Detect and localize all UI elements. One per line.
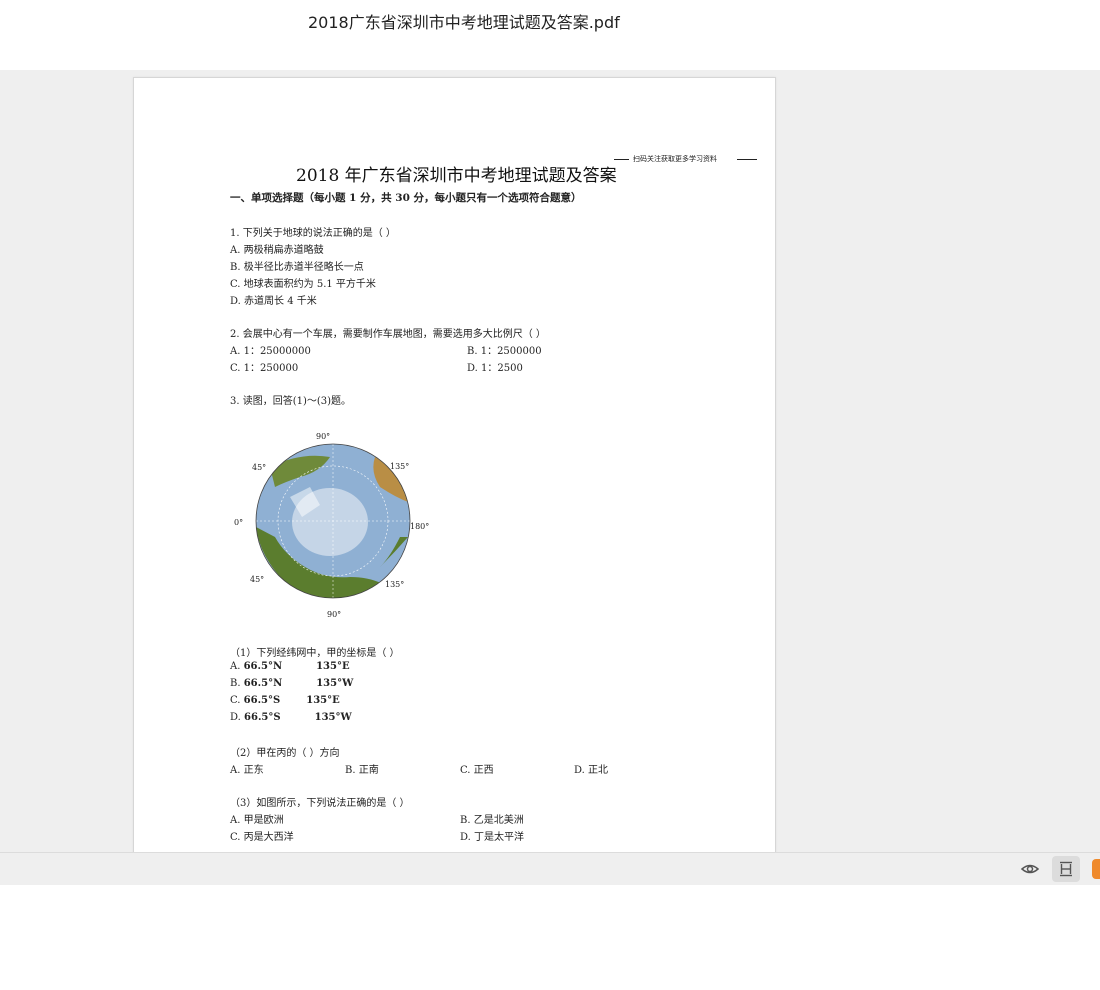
accent-action-button[interactable]	[1092, 859, 1100, 879]
watermark-text: 扫码关注获取更多学习资料	[633, 155, 717, 163]
option-d-latitude: 66.5°S	[244, 712, 281, 723]
fit-height-icon	[1060, 861, 1072, 877]
sub-question-2-option-a: A. 正东	[230, 765, 264, 776]
question-1-option-d: D. 赤道周长 4 千米	[230, 296, 317, 307]
sub-question-3-option-d: D. 丁是太平洋	[460, 832, 525, 843]
sub-question-1-option-a: A. 66.5°N 135°E	[230, 661, 350, 672]
sub-question-3-option-b: B. 乙是北美洲	[460, 815, 524, 826]
option-d-prefix: D.	[230, 712, 245, 723]
watermark-line-left	[614, 159, 629, 160]
pdf-viewer[interactable]: 扫码关注获取更多学习资料 2018 年广东省深圳市中考地理试题及答案 一、单项选…	[0, 70, 1100, 852]
question-2-option-c: C. 1：250000	[230, 363, 299, 374]
label-upper-right: 135°	[390, 462, 409, 471]
title-bar: 2018广东省深圳市中考地理试题及答案.pdf	[0, 0, 1100, 70]
file-title: 2018广东省深圳市中考地理试题及答案.pdf	[308, 13, 620, 32]
question-2-option-b: B. 1：2500000	[467, 346, 542, 357]
sub-question-2-option-b: B. 正南	[345, 765, 379, 776]
question-1-option-b: B. 极半径比赤道半径略长一点	[230, 262, 364, 273]
sub-question-1-option-d: D. 66.5°S 135°W	[230, 712, 352, 723]
sub-question-2-stem: （2）甲在丙的（ ）方向	[230, 748, 340, 759]
question-2-stem: 2. 会展中心有一个车展，需要制作车展地图，需要选用多大比例尺（ ）	[230, 329, 546, 340]
sub-question-2-option-c: C. 正西	[460, 765, 494, 776]
label-top: 90°	[316, 432, 330, 441]
option-a-prefix: A.	[230, 661, 244, 672]
document-title: 2018 年广东省深圳市中考地理试题及答案	[296, 166, 617, 186]
sub-question-3-option-c: C. 丙是大西洋	[230, 832, 294, 843]
watermark-line-right	[737, 159, 757, 160]
sub-question-1-option-c: C. 66.5°S 135°E	[230, 695, 340, 706]
watermark: 扫码关注获取更多学习资料	[614, 153, 757, 165]
question-1-option-c: C. 地球表面积约为 5.1 平方千米	[230, 279, 376, 290]
fit-page-button[interactable]	[1052, 856, 1080, 882]
question-3-stem: 3. 读图，回答(1)～(3)题。	[230, 396, 352, 407]
question-1-stem: 1. 下列关于地球的说法正确的是（ ）	[230, 228, 396, 239]
label-upper-left: 45°	[252, 463, 266, 472]
option-c-latitude: 66.5°S	[243, 695, 281, 706]
label-lower-left: 45°	[250, 575, 264, 584]
pdf-page: 扫码关注获取更多学习资料 2018 年广东省深圳市中考地理试题及答案 一、单项选…	[133, 77, 776, 852]
section-heading: 一、单项选择题（每小题 1 分，共 30 分，每小题只有一个选项符合题意）	[230, 192, 582, 204]
option-b-latitude: 66.5°N	[243, 678, 283, 689]
question-2-option-a: A. 1：25000000	[230, 346, 311, 357]
polar-map-figure: 90° 90° 0° 180° 45° 135° 45° 135°	[230, 427, 430, 622]
sub-question-1-option-b: B. 66.5°N 135°W	[230, 678, 353, 689]
arctic-globe-map: 90° 90° 0° 180° 45° 135° 45° 135°	[234, 432, 429, 619]
question-1-option-a: A. 两极稍扁赤道略鼓	[230, 245, 324, 256]
sub-question-3-stem: （3）如图所示，下列说法正确的是（ ）	[230, 798, 410, 809]
option-c-longitude: 135°E	[306, 695, 340, 706]
option-d-longitude: 135°W	[314, 712, 352, 723]
label-left: 0°	[234, 518, 243, 527]
label-lower-right: 135°	[385, 580, 404, 589]
bottom-toolbar	[0, 852, 1100, 885]
option-a-longitude: 135°E	[316, 661, 350, 672]
option-c-prefix: C.	[230, 695, 244, 706]
label-right: 180°	[410, 522, 429, 531]
sub-question-1-stem: （1）下列经纬网中，甲的坐标是（ ）	[230, 648, 400, 659]
question-2-option-d: D. 1：2500	[467, 363, 523, 374]
sub-question-3-option-a: A. 甲是欧洲	[230, 815, 284, 826]
option-a-latitude: 66.5°N	[243, 661, 283, 672]
option-b-prefix: B.	[230, 678, 244, 689]
sub-question-2-option-d: D. 正北	[574, 765, 609, 776]
label-bottom: 90°	[327, 610, 341, 619]
eye-icon[interactable]	[1020, 861, 1040, 877]
option-b-longitude: 135°W	[316, 678, 354, 689]
